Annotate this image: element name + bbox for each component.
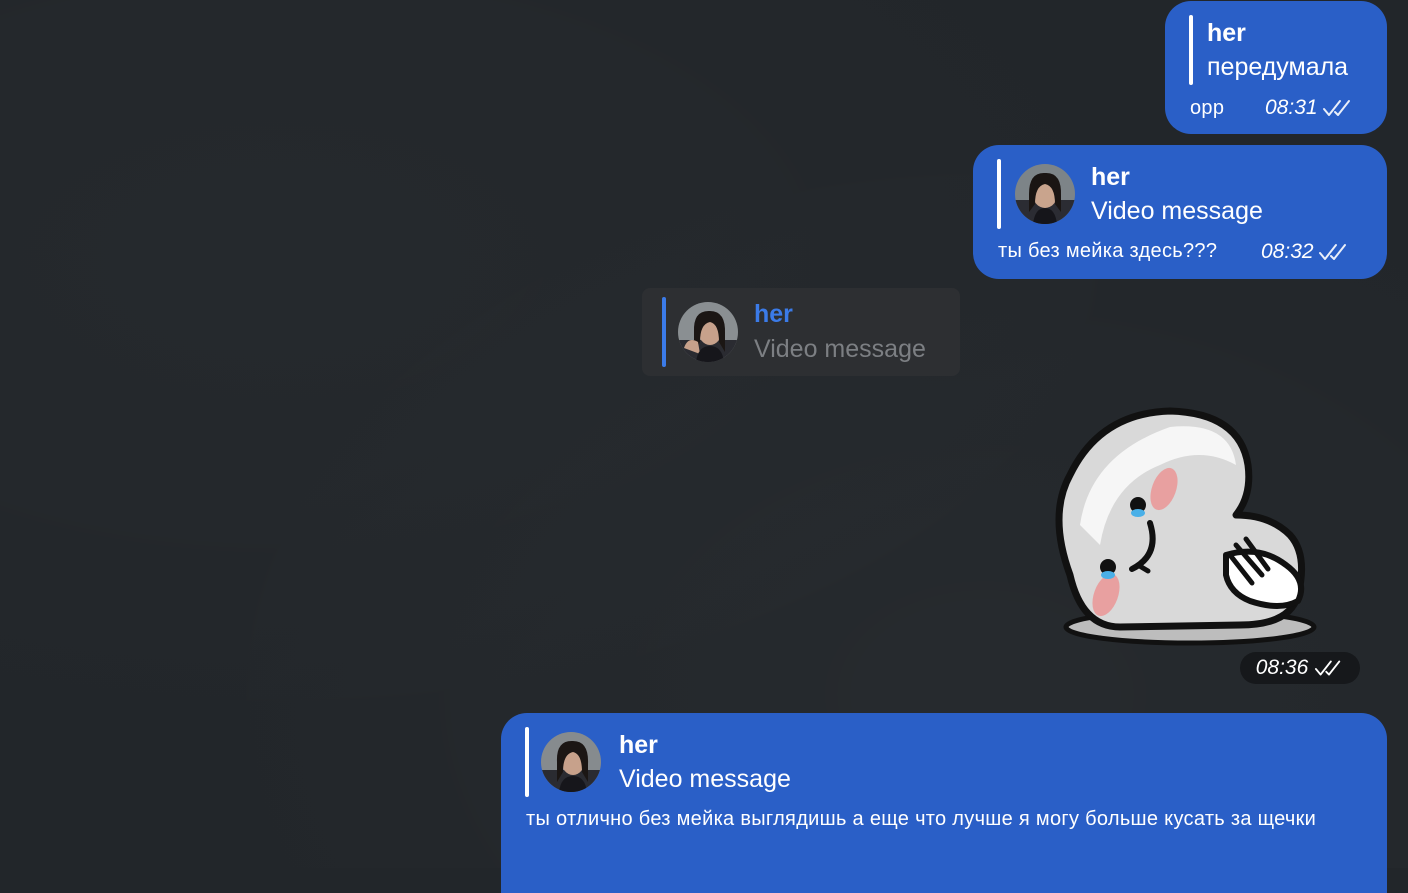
message-bubble-1[interactable]: her передумала opp 08:31 [1165,1,1387,134]
reply-author: her [1207,19,1246,47]
reply-preview[interactable]: her Video message [642,288,960,376]
reply-quote[interactable]: her Video message [662,297,926,367]
message-time: 08:31 [1265,96,1318,119]
reply-bar [662,297,666,367]
reply-snippet: передумала [1207,53,1349,81]
reply-bar [997,159,1001,229]
reply-snippet: Video message [1091,197,1263,225]
video-thumbnail-avatar [1015,164,1075,224]
reply-quote[interactable]: her Video message [997,159,1263,229]
message-time: 08:36 [1255,656,1309,679]
reply-text-block: her передумала [1207,16,1348,84]
reply-author: her [619,731,658,759]
reply-bar [1189,15,1193,85]
reply-text-block: her Video message [619,728,791,796]
reply-bar [525,727,529,797]
reply-author: her [754,300,793,328]
message-bubble-3[interactable]: her Video message ты отлично без мейка в… [501,713,1387,893]
reply-quote[interactable]: her Video message [525,727,791,797]
double-check-icon [1322,100,1350,116]
reply-text-block: her Video message [754,297,926,367]
reply-snippet: Video message [619,765,791,793]
message-text: ты отлично без мейка выглядишь а еще что… [526,808,1317,830]
message-text: opp [1190,97,1225,119]
reply-author: her [1091,163,1130,191]
video-thumbnail-avatar [541,732,601,792]
message-meta: 08:31 [1265,96,1354,120]
reply-snippet: Video message [754,335,926,363]
video-thumbnail-avatar [678,302,738,362]
double-check-icon [1315,660,1341,676]
message-bubble-2[interactable]: her Video message ты без мейка здесь??? … [973,145,1387,279]
reply-quote[interactable]: her передумала [1189,15,1348,85]
sticker-time-badge: 08:36 [1240,652,1360,684]
reply-text-block: her Video message [1091,160,1263,228]
message-text: ты без мейка здесь??? [998,240,1218,262]
message-time: 08:32 [1261,240,1314,263]
message-meta: 08:32 [1261,240,1350,264]
double-check-icon [1318,244,1346,260]
crying-ghost-sticker-icon[interactable] [1040,405,1320,655]
